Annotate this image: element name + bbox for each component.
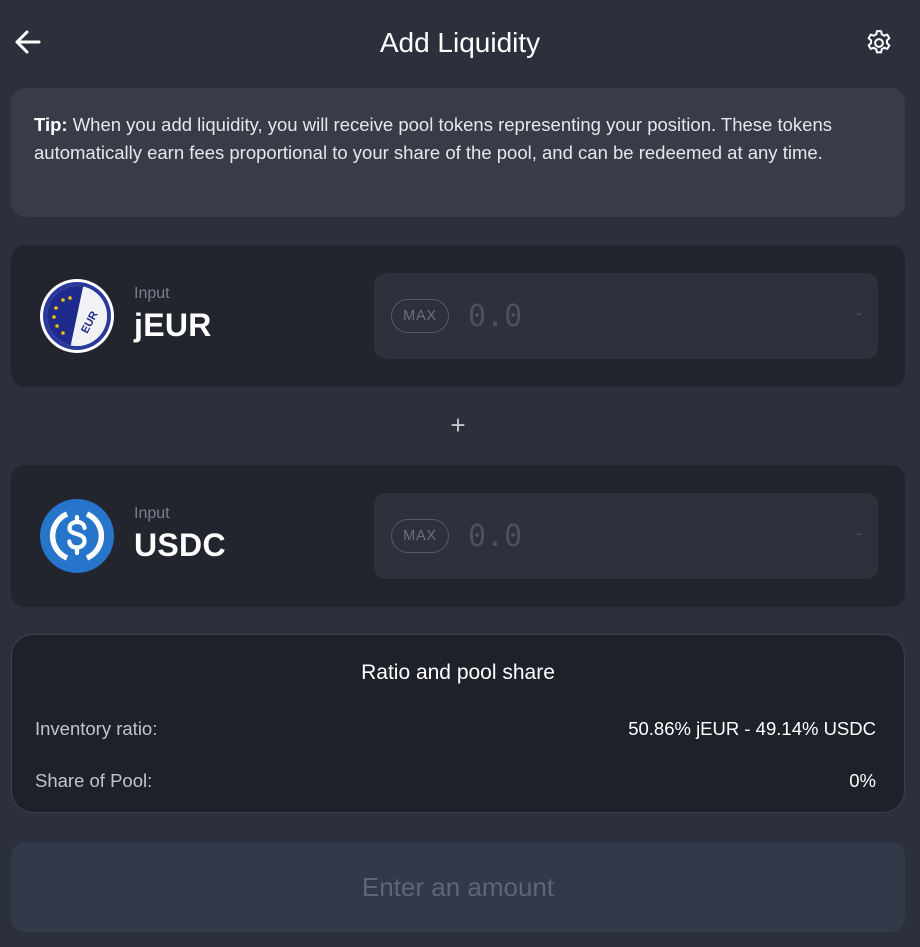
amount-field-wrapper: MAX -	[374, 273, 878, 359]
amount-usd-value: -	[856, 523, 862, 543]
pool-share-label: Share of Pool:	[35, 770, 153, 791]
inventory-ratio-label: Inventory ratio:	[35, 718, 158, 739]
amount-field-wrapper: MAX -	[374, 493, 878, 579]
pool-share-row: Share of Pool: 0%	[35, 770, 876, 792]
amount-usd-value: -	[856, 303, 862, 323]
page-title: Add Liquidity	[379, 27, 541, 58]
tip-text: When you add liquidity, you will receive…	[34, 114, 832, 163]
amount-input-usdc[interactable]	[468, 513, 828, 559]
header: Add Liquidity	[0, 0, 920, 86]
amount-input-jeur[interactable]	[468, 293, 828, 339]
inventory-ratio-value: 50.86% jEUR - 49.14% USDC	[628, 718, 876, 739]
input-label: Input	[134, 285, 170, 302]
usdc-coin-icon	[40, 499, 114, 573]
token-symbol[interactable]: USDC	[134, 527, 226, 564]
enter-amount-button[interactable]: Enter an amount	[11, 842, 905, 932]
ratio-title: Ratio and pool share	[361, 661, 555, 684]
token-logo-usdc[interactable]	[39, 498, 115, 574]
input-label: Input	[134, 505, 170, 522]
token-symbol[interactable]: jEUR	[134, 307, 212, 344]
euro-flag-coin-icon: EUR	[40, 279, 114, 353]
max-button[interactable]: MAX	[391, 299, 449, 333]
pool-share-value: 0%	[849, 770, 876, 791]
token-input-card-usdc: Input USDC MAX -	[11, 465, 905, 607]
max-button[interactable]: MAX	[391, 519, 449, 553]
settings-button[interactable]	[862, 26, 896, 60]
token-input-card-jeur: EUR Input jEUR MAX -	[11, 245, 905, 387]
ratio-pool-share-card: Ratio and pool share Inventory ratio: 50…	[11, 634, 905, 813]
tip-box: Tip: When you add liquidity, you will re…	[11, 88, 905, 217]
add-liquidity-screen: Add Liquidity Tip: When you add liquidit…	[0, 0, 920, 947]
plus-icon: +	[450, 410, 466, 440]
gear-icon	[867, 30, 891, 54]
token-logo-jeur[interactable]: EUR	[39, 278, 115, 354]
inventory-ratio-row: Inventory ratio: 50.86% jEUR - 49.14% US…	[35, 718, 876, 740]
tip-prefix: Tip:	[34, 114, 68, 135]
